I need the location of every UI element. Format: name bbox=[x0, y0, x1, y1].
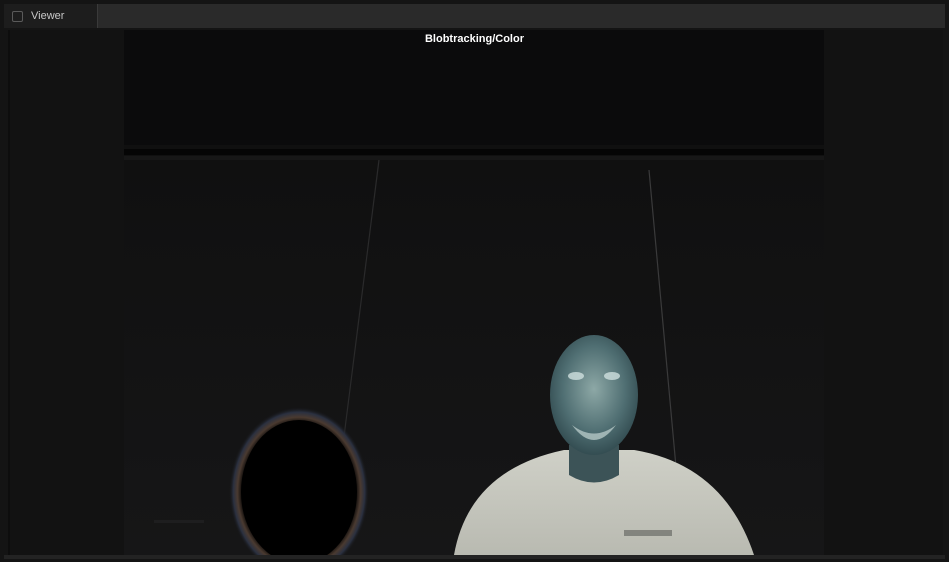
camera-image bbox=[124, 30, 824, 555]
viewer-viewport[interactable] bbox=[8, 30, 943, 555]
viewer-window: Viewer Blobtracking/Color bbox=[0, 0, 949, 562]
tab-label: Viewer bbox=[31, 10, 65, 22]
bottom-bar bbox=[4, 555, 945, 559]
view-title: Blobtracking/Color bbox=[424, 33, 524, 45]
tab-viewer[interactable]: Viewer bbox=[4, 4, 98, 28]
tab-checkbox[interactable] bbox=[12, 10, 23, 22]
video-frame[interactable] bbox=[124, 30, 824, 555]
left-gutter bbox=[8, 30, 10, 555]
titlebar: Viewer bbox=[4, 4, 945, 28]
